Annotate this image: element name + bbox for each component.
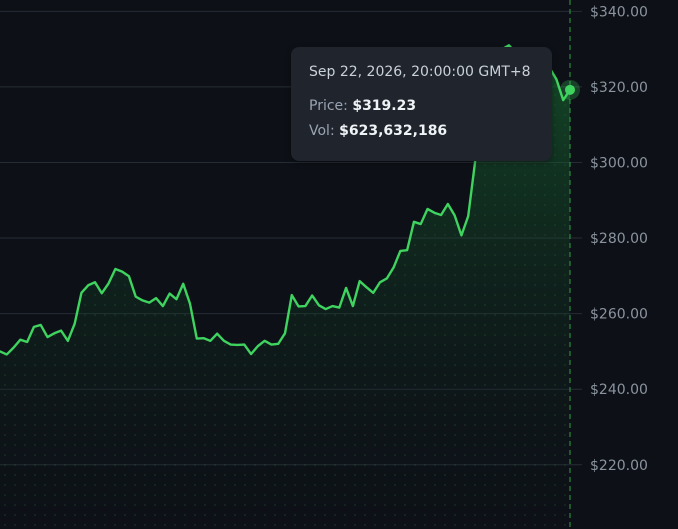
y-tick-label: $240.00 <box>590 382 648 398</box>
tooltip-price-value: $319.23 <box>352 98 417 114</box>
selected-point <box>565 84 575 95</box>
y-tick-label: $280.00 <box>590 231 648 247</box>
tooltip-date: Sep 22, 2026, 20:00:00 GMT+8 <box>309 64 531 80</box>
tooltip-vol-value: $623,632,186 <box>339 123 448 139</box>
y-tick-label: $340.00 <box>590 4 648 20</box>
price-tooltip: Sep 22, 2026, 20:00:00 GMT+8 Price: $319… <box>291 47 552 161</box>
tooltip-price-row: Price: $319.23 <box>309 94 534 119</box>
y-axis: $220.00 $240.00 $260.00 $280.00 $300.00 $320.… <box>590 4 648 473</box>
y-tick-label: $300.00 <box>590 155 648 171</box>
tooltip-price-label: Price: <box>309 98 348 114</box>
y-tick-label: $320.00 <box>590 80 648 96</box>
tooltip-vol-label: Vol: <box>309 123 335 139</box>
y-tick-label: $260.00 <box>590 307 648 323</box>
tooltip-vol-row: Vol: $623,632,186 <box>309 119 534 144</box>
y-tick-label: $220.00 <box>590 458 648 474</box>
